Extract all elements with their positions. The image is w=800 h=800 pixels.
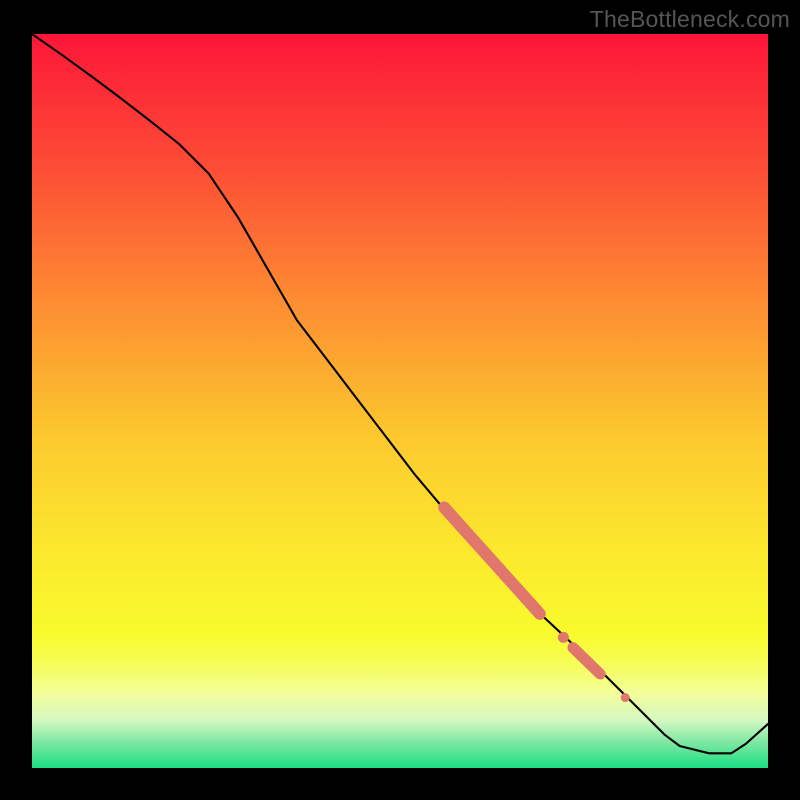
gradient-background xyxy=(32,34,768,768)
chart-container: TheBottleneck.com xyxy=(0,0,800,800)
highlight-dot-2 xyxy=(621,693,630,702)
chart-svg xyxy=(32,34,768,768)
plot-area xyxy=(32,34,768,768)
highlight-dot-1 xyxy=(558,632,569,643)
watermark-text: TheBottleneck.com xyxy=(590,6,790,33)
